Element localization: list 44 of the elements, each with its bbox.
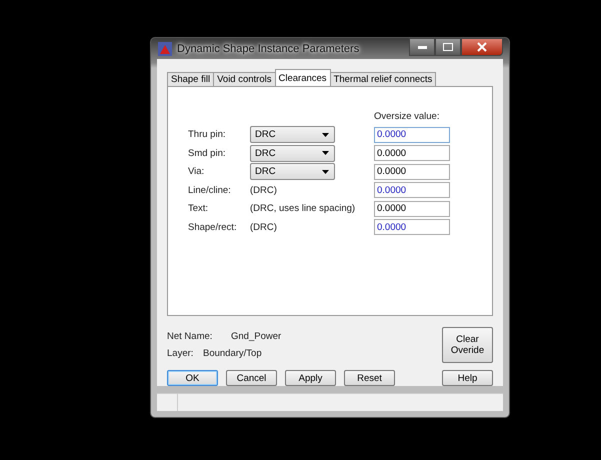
tab[interactable]: Clearances xyxy=(274,69,331,86)
minimize-icon xyxy=(418,46,426,48)
row-label: Shape/rect: xyxy=(188,222,238,233)
value-field[interactable]: 0.0000 xyxy=(374,200,450,217)
setting-text: (DRC, uses line spacing) xyxy=(250,203,356,214)
minimize-button[interactable] xyxy=(409,38,435,56)
clear-override-button[interactable]: Clear Overide xyxy=(442,327,493,364)
dropdown-arrow-icon xyxy=(322,170,329,174)
layer-value: Boundary/Top xyxy=(203,348,262,360)
row-label: Smd pin: xyxy=(188,148,226,159)
dropdown[interactable]: DRC xyxy=(250,126,335,144)
setting-text: (DRC) xyxy=(250,222,277,233)
field-label: Net Name: xyxy=(167,331,214,342)
net-name-value: Gnd_Power xyxy=(231,331,282,342)
value-field[interactable]: 0.0000 xyxy=(374,164,450,180)
maximize-icon xyxy=(443,43,453,51)
dropdown-arrow-icon xyxy=(322,151,329,156)
help-button[interactable]: Help xyxy=(442,370,493,386)
value-field[interactable]: 0.0000 xyxy=(374,126,450,143)
maximize-button[interactable] xyxy=(435,38,461,56)
dialog-button[interactable]: Reset xyxy=(344,370,395,386)
dropdown[interactable]: DRC xyxy=(250,144,335,162)
tab[interactable]: Thermal relief connects xyxy=(330,72,436,86)
dialog-button[interactable]: OK xyxy=(167,370,218,386)
setting-text: (DRC) xyxy=(250,184,277,196)
close-icon xyxy=(477,42,487,52)
value-field[interactable]: 0.0000 xyxy=(374,145,450,162)
app-icon xyxy=(157,40,173,57)
value-field[interactable]: 0.0000 xyxy=(374,219,450,236)
tab[interactable]: Shape fill xyxy=(167,72,214,86)
window-title: Dynamic Shape Instance Parameters xyxy=(177,42,360,55)
row-label: Text: xyxy=(188,203,210,214)
row-label: Thru pin: xyxy=(188,129,226,140)
dropdown[interactable]: DRC xyxy=(250,163,335,180)
field-label: Layer: xyxy=(167,348,194,360)
dialog-button[interactable]: Apply xyxy=(285,370,336,386)
value-field[interactable]: 0.0000 xyxy=(374,182,450,198)
row-label: Via: xyxy=(188,166,206,178)
dialog-button[interactable]: Cancel xyxy=(226,370,277,386)
tab[interactable]: Void controls xyxy=(213,72,276,86)
close-button[interactable] xyxy=(461,38,503,56)
dropdown-arrow-icon xyxy=(322,132,329,137)
column-header: Oversize value: xyxy=(374,111,440,124)
row-label: Line/cline: xyxy=(188,184,232,196)
